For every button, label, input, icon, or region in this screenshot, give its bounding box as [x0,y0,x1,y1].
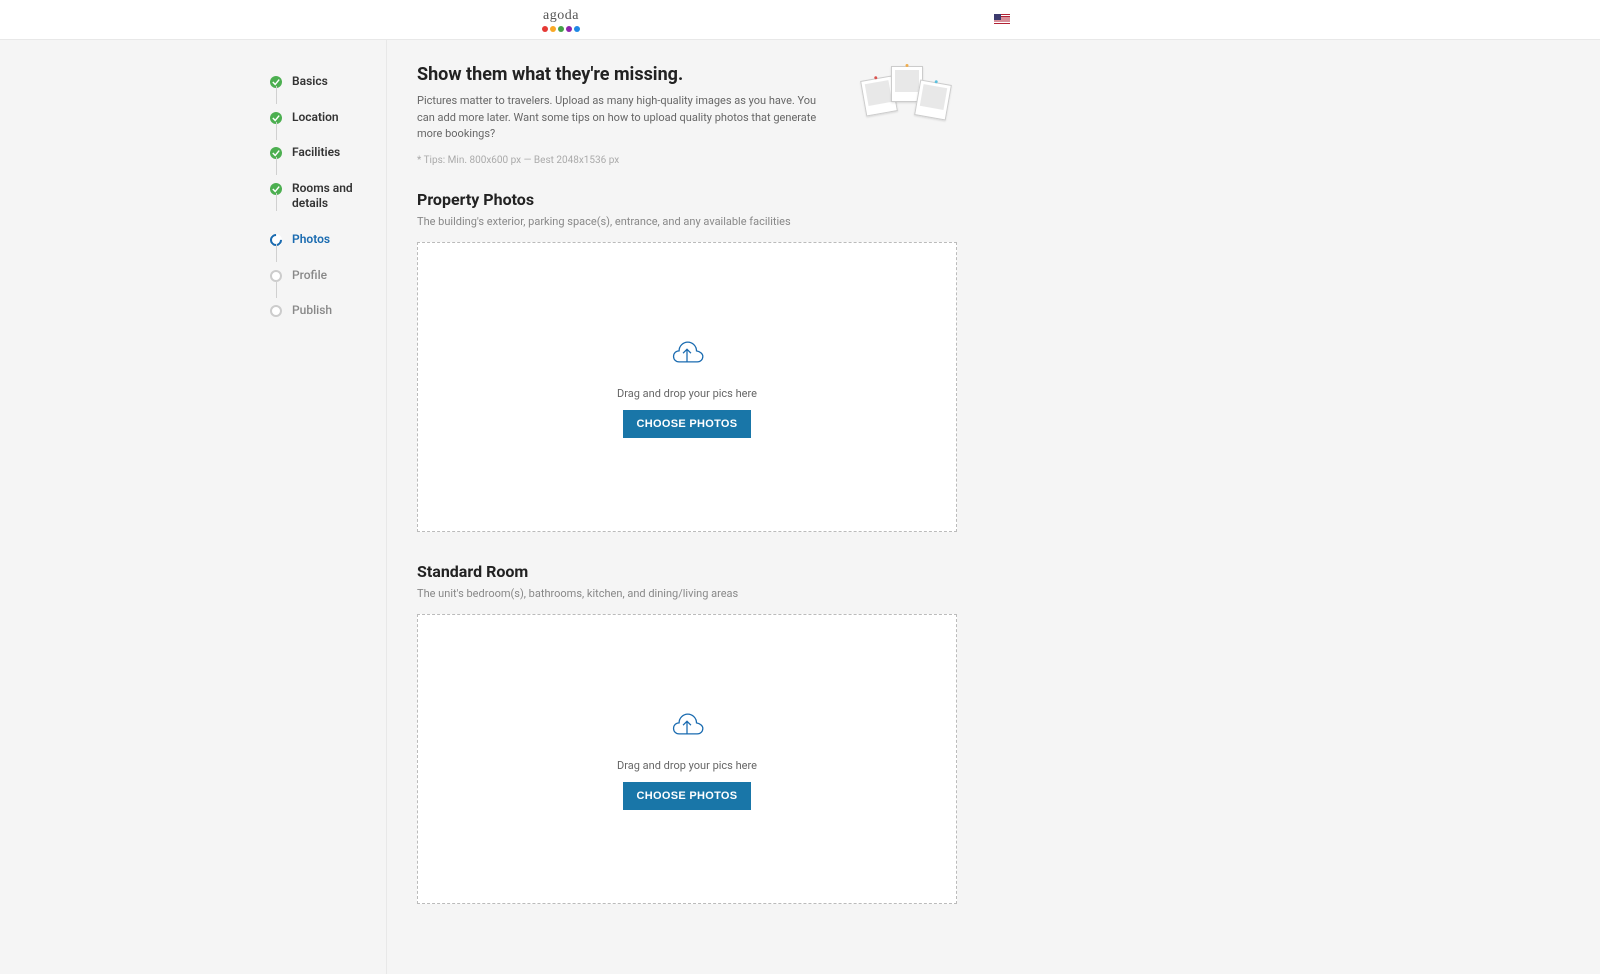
step-rooms[interactable]: Rooms and details [270,171,386,222]
circle-icon [270,305,282,317]
step-label: Basics [292,74,328,90]
brand-name: agoda [543,8,579,24]
polaroid-illustration [857,64,957,134]
property-photos-dropzone[interactable]: Drag and drop your pics here CHOOSE PHOT… [417,242,957,532]
page-title: Show them what they're missing. [417,64,833,85]
step-label: Publish [292,303,332,319]
standard-room-title: Standard Room [417,562,957,581]
choose-photos-button[interactable]: CHOOSE PHOTOS [623,410,752,438]
step-profile[interactable]: Profile [270,258,386,294]
hero-section: Show them what they're missing. Pictures… [417,64,957,168]
step-publish[interactable]: Publish [270,293,386,329]
step-photos[interactable]: Photos [270,222,386,258]
brand-logo[interactable]: agoda [542,8,580,32]
property-photos-title: Property Photos [417,190,957,209]
main-content: Show them what they're missing. Pictures… [387,40,957,974]
steps-sidebar: Basics Location Facilities Rooms and det… [210,40,387,974]
drop-instruction: Drag and drop your pics here [617,387,757,400]
app-header: agoda [0,0,1600,40]
step-label: Location [292,110,339,126]
language-flag-us[interactable] [994,14,1010,25]
property-photos-subtitle: The building's exterior, parking space(s… [417,215,957,228]
step-label: Rooms and details [292,181,386,212]
brand-dots [542,26,580,32]
upload-tips: * Tips: Min. 800x600 px — Best 2048x1536… [417,153,833,168]
standard-room-dropzone[interactable]: Drag and drop your pics here CHOOSE PHOT… [417,614,957,904]
step-basics[interactable]: Basics [270,64,386,100]
step-label: Facilities [292,145,340,161]
page-subtitle: Pictures matter to travelers. Upload as … [417,93,833,143]
step-facilities[interactable]: Facilities [270,135,386,171]
step-label: Photos [292,232,330,248]
drop-instruction: Drag and drop your pics here [617,759,757,772]
choose-photos-button[interactable]: CHOOSE PHOTOS [623,782,752,810]
step-location[interactable]: Location [270,100,386,136]
step-label: Profile [292,268,327,284]
upload-cloud-icon [668,707,706,745]
upload-cloud-icon [668,335,706,373]
standard-room-subtitle: The unit's bedroom(s), bathrooms, kitche… [417,587,957,600]
